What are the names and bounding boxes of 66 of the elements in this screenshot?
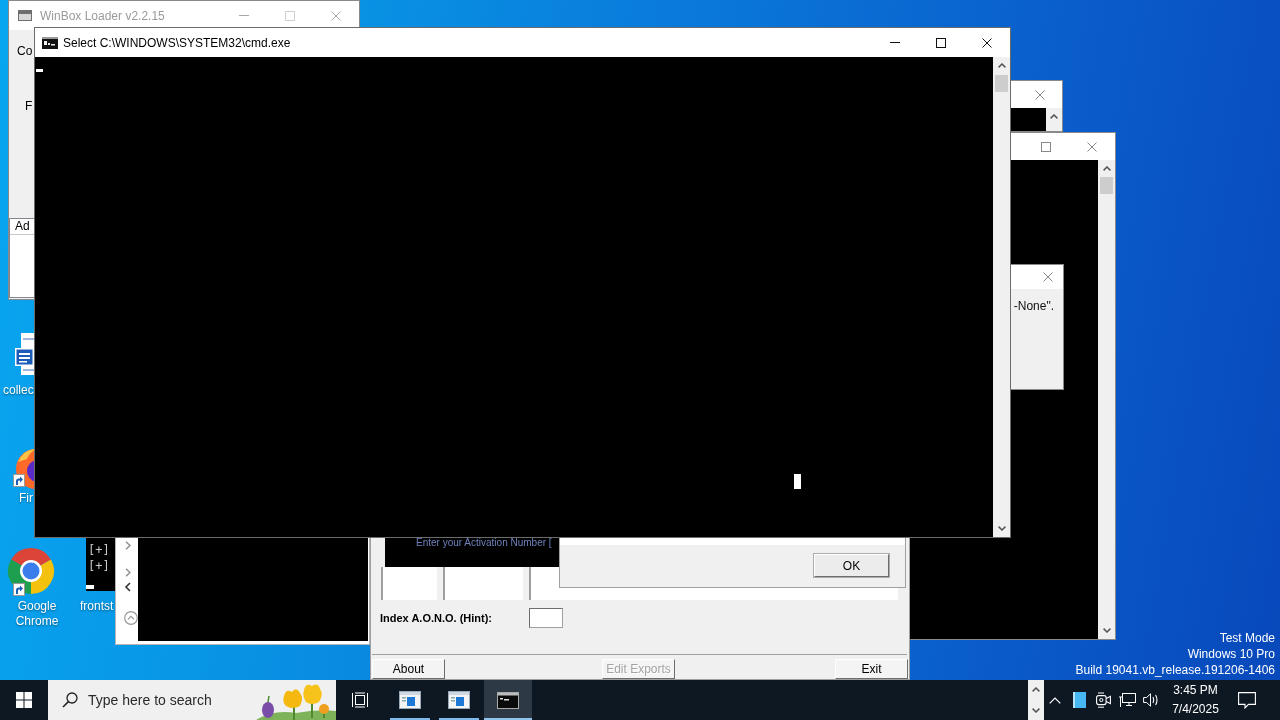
chevron-up-icon bbox=[1049, 696, 1061, 704]
scroll-up-icon bbox=[1032, 687, 1040, 692]
scroll-down-icon bbox=[1032, 708, 1040, 713]
scroll-down-icon bbox=[1102, 628, 1111, 633]
scroll-thumb[interactable] bbox=[1100, 177, 1113, 194]
document-icon[interactable] bbox=[15, 333, 34, 375]
scroll-up-icon bbox=[1050, 114, 1058, 119]
maximize-icon bbox=[285, 10, 295, 21]
windows-logo-icon bbox=[16, 692, 32, 708]
scrollbar[interactable] bbox=[1028, 680, 1044, 720]
system-notice: Build 19041.vb_release.191206-1406 bbox=[1075, 662, 1275, 678]
maximize-icon bbox=[1041, 141, 1051, 152]
minimize-icon bbox=[239, 15, 249, 16]
app-window-icon bbox=[399, 691, 421, 709]
console-line: [+] bbox=[88, 542, 110, 558]
notification-icon bbox=[1238, 691, 1256, 709]
up-circle-icon[interactable] bbox=[124, 611, 138, 625]
system-notice: Test Mode bbox=[1219, 630, 1275, 646]
console-line: [+] bbox=[88, 558, 110, 574]
minimize-icon bbox=[890, 42, 900, 43]
network-icon bbox=[1118, 692, 1136, 708]
dialog-button[interactable]: Exit bbox=[835, 659, 908, 679]
console-icon bbox=[497, 691, 519, 709]
ok-button[interactable]: OK bbox=[814, 554, 889, 577]
task-view-icon bbox=[351, 692, 369, 708]
app-window-icon bbox=[448, 691, 470, 709]
console-icon bbox=[42, 36, 58, 49]
window-title: Select C:\WINDOWS\SYSTEM32\cmd.exe bbox=[63, 35, 291, 50]
scroll-up-icon bbox=[997, 63, 1006, 68]
volume-icon bbox=[1142, 692, 1160, 708]
column-header[interactable]: Ad bbox=[10, 219, 34, 235]
chevron-right-icon[interactable] bbox=[124, 568, 132, 577]
clock-button[interactable]: 3:45 PM 7/4/2025 bbox=[1166, 680, 1225, 720]
field-label: F bbox=[25, 99, 33, 113]
field-label: Co bbox=[17, 44, 33, 58]
text-cursor bbox=[794, 474, 801, 489]
dialog-button[interactable]: About bbox=[372, 659, 445, 679]
window-title: WinBox Loader v2.2.15 bbox=[40, 8, 165, 23]
close-icon bbox=[1087, 141, 1097, 152]
dialog-message: -None". bbox=[1013, 299, 1054, 313]
close-icon bbox=[1043, 272, 1053, 282]
camera-icon bbox=[1095, 692, 1111, 708]
hint-field[interactable] bbox=[529, 608, 563, 628]
maximize-icon bbox=[936, 37, 946, 48]
scroll-down-icon bbox=[997, 526, 1006, 531]
list-pane[interactable] bbox=[443, 567, 523, 600]
list-box[interactable]: Ad bbox=[9, 218, 34, 298]
text-cursor bbox=[86, 585, 94, 589]
list-pane[interactable] bbox=[381, 567, 437, 600]
taskbar-app[interactable] bbox=[484, 680, 532, 720]
chrome-icon[interactable] bbox=[6, 547, 55, 595]
hint-label: Index A.O.N.O. (Hint): bbox=[380, 612, 494, 624]
chevron-right-icon[interactable] bbox=[124, 541, 132, 550]
app-square-icon bbox=[1072, 692, 1086, 708]
flowers-icon bbox=[256, 682, 336, 720]
close-icon bbox=[1034, 89, 1045, 100]
close-icon bbox=[982, 37, 992, 48]
scroll-thumb[interactable] bbox=[995, 75, 1008, 92]
close-icon bbox=[331, 10, 341, 21]
chevron-left-icon[interactable] bbox=[124, 582, 132, 592]
window-icon bbox=[18, 10, 32, 21]
search-icon bbox=[62, 692, 78, 708]
prompt-text: Enter your Activation Number [ bbox=[416, 537, 553, 549]
scroll-up-icon bbox=[1102, 166, 1111, 171]
system-notice: Windows 10 Pro bbox=[1187, 646, 1275, 662]
text-cursor bbox=[36, 69, 43, 72]
